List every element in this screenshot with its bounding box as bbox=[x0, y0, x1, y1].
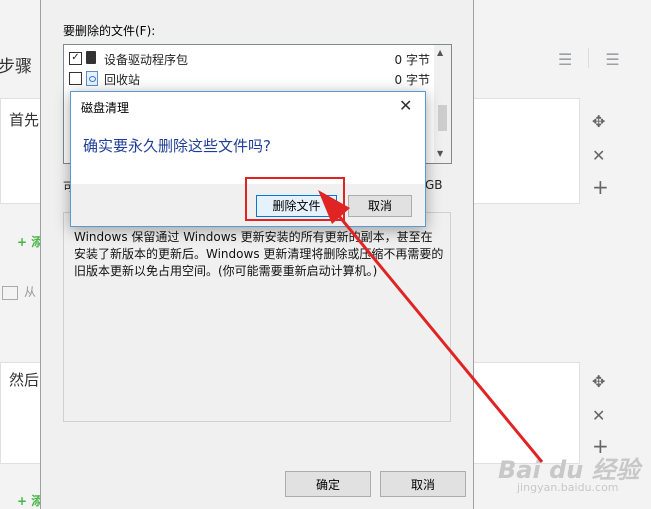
annotation-arrow bbox=[318, 190, 544, 463]
arrow-head bbox=[318, 190, 350, 224]
arrow-shaft bbox=[332, 209, 544, 463]
